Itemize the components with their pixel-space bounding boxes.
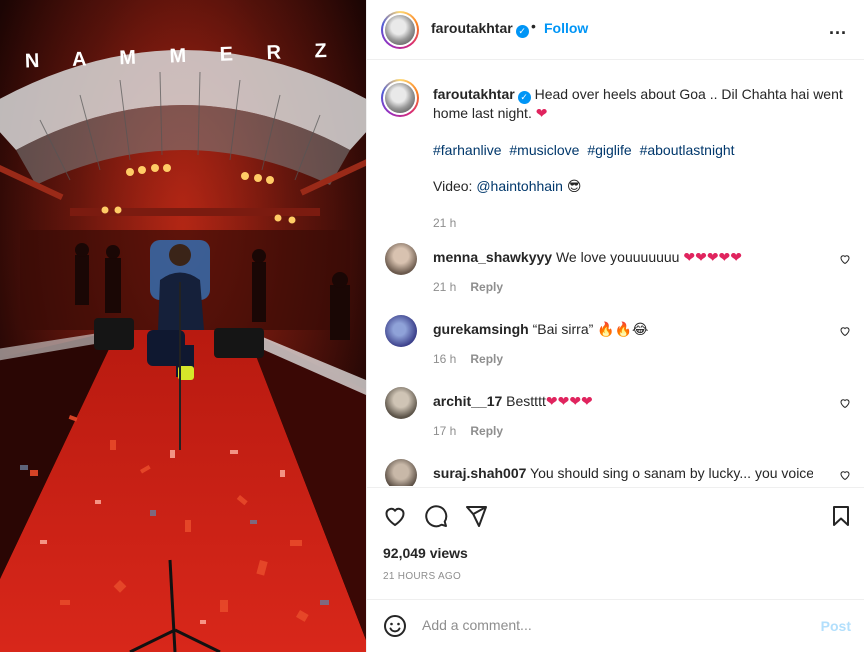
concert-stage-image: N A M M E R Z	[0, 0, 366, 652]
video-credit-label: Video:	[433, 178, 473, 194]
reply-button[interactable]: Reply	[470, 352, 503, 366]
commenter-avatar[interactable]	[385, 243, 417, 275]
author-avatar[interactable]	[381, 11, 419, 49]
comment-item: archit__17 Bestttt❤❤❤❤ 17 h Reply	[381, 387, 851, 447]
author-username[interactable]: faroutakhtar ✓	[431, 20, 529, 38]
like-comment-heart-icon[interactable]	[839, 253, 851, 265]
commenter-username[interactable]: suraj.shah007	[433, 465, 526, 481]
commenter-username[interactable]: menna_shawkyyy	[433, 249, 552, 265]
comment-item: menna_shawkyyy We love youuuuuuu ❤❤❤❤❤ 2…	[381, 243, 851, 303]
commenter-avatar[interactable]	[385, 459, 417, 486]
comment-bubble-icon[interactable]	[424, 504, 448, 528]
comment-text: We love youuuuuuu	[555, 249, 680, 265]
views-count[interactable]: 92,049 views	[383, 545, 468, 561]
comment-item: gurekamsingh “Bai sirra” 🔥🔥😂 16 h Reply	[381, 315, 851, 375]
share-send-icon[interactable]	[464, 504, 488, 528]
heart-emoji-icon: ❤	[535, 106, 548, 122]
video-credit: Video: @haintohhain 😎	[433, 177, 853, 196]
post-actions: 92,049 views 21 HOURS AGO	[367, 487, 864, 599]
follow-button[interactable]: Follow	[544, 20, 588, 36]
sunglasses-emoji-icon: 😎	[566, 179, 582, 195]
comment-emoji: 🔥🔥😂	[597, 322, 649, 338]
caption-username[interactable]: faroutakhtar ✓	[433, 86, 531, 104]
like-comment-heart-icon[interactable]	[839, 325, 851, 337]
caption-hashtags: #farhanlive #musiclove #giglife #aboutla…	[433, 141, 853, 159]
add-comment-bar: Post	[367, 599, 864, 652]
comment-emoji: ❤❤❤❤❤	[683, 250, 743, 266]
reply-button[interactable]: Reply	[470, 424, 503, 438]
commenter-username[interactable]: gurekamsingh	[433, 321, 529, 337]
comments-scroll-area[interactable]: faroutakhtar ✓ Head over heels about Goa …	[367, 61, 864, 486]
post-comment-button[interactable]: Post	[821, 618, 851, 634]
emoji-picker-icon[interactable]	[383, 614, 407, 638]
comment-item: suraj.shah007 You should sing o sanam by…	[381, 459, 851, 486]
reply-button[interactable]: Reply	[470, 280, 503, 294]
comment-text: “Bai sirra”	[532, 321, 594, 337]
separator-dot: •	[531, 18, 536, 34]
hashtag-link[interactable]: #aboutlastnight	[640, 142, 735, 158]
commenter-avatar[interactable]	[385, 315, 417, 347]
posted-time: 21 HOURS AGO	[383, 571, 462, 582]
comment-emoji: ❤❤❤❤	[545, 394, 593, 410]
video-credit-mention[interactable]: @haintohhain	[476, 178, 563, 194]
verified-badge-icon: ✓	[515, 25, 529, 38]
caption-avatar[interactable]	[381, 79, 419, 117]
hashtag-link[interactable]: #musiclove	[509, 142, 579, 158]
comment-time: 21 h	[433, 280, 457, 294]
hashtag-link[interactable]: #farhanlive	[433, 142, 502, 158]
caption-timestamp: 21 h	[433, 216, 457, 230]
post-header: faroutakhtar ✓ • Follow ...	[367, 0, 864, 60]
commenter-avatar[interactable]	[385, 387, 417, 419]
like-comment-heart-icon[interactable]	[839, 469, 851, 481]
comment-text: Bestttt	[506, 393, 546, 409]
comment-time: 16 h	[433, 352, 457, 366]
like-heart-icon[interactable]	[383, 504, 407, 528]
commenter-username[interactable]: archit__17	[433, 393, 502, 409]
add-comment-input[interactable]	[422, 617, 802, 633]
more-options-icon[interactable]: ...	[829, 18, 847, 39]
post-media[interactable]: N A M M E R Z	[0, 0, 366, 652]
comment-text: You should sing o sanam by lucky... you …	[530, 465, 813, 481]
post-details-panel: faroutakhtar ✓ • Follow ... faroutakhtar ✓…	[366, 0, 864, 652]
save-bookmark-icon[interactable]	[829, 504, 853, 528]
comment-time: 17 h	[433, 424, 457, 438]
like-comment-heart-icon[interactable]	[839, 397, 851, 409]
hashtag-link[interactable]: #giglife	[587, 142, 631, 158]
verified-badge-icon: ✓	[517, 91, 531, 104]
